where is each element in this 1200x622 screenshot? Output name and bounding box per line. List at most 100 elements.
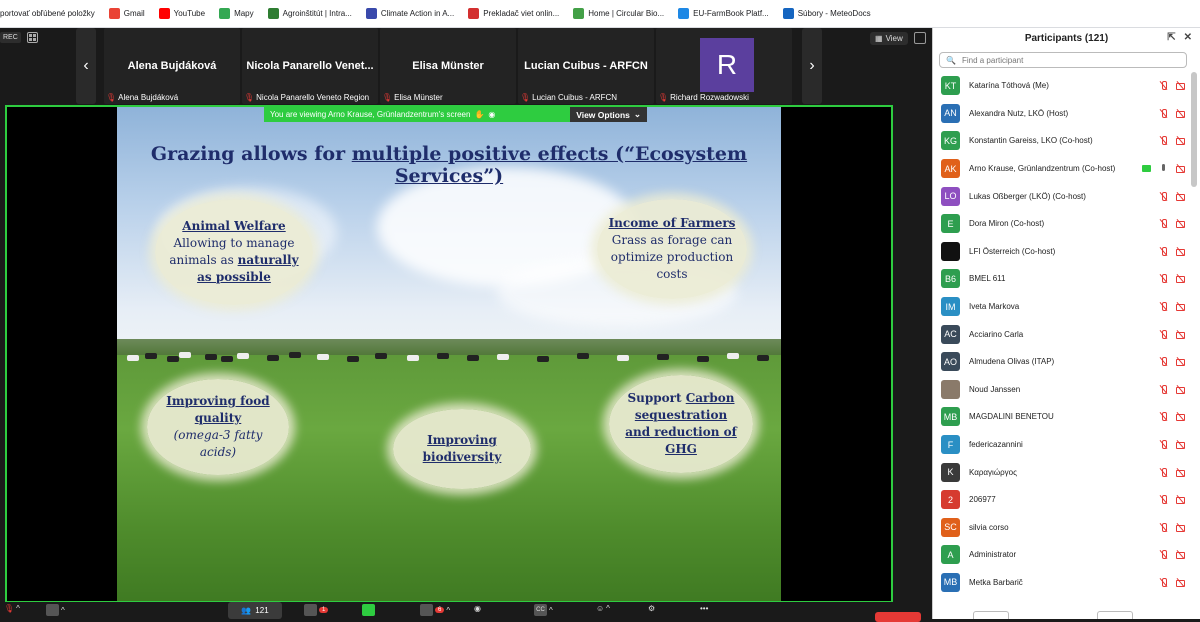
record-button[interactable]: ◉	[474, 604, 481, 613]
settings-button[interactable]: ⚙	[648, 604, 655, 613]
bookmark-item[interactable]: EU-FarmBook Platf...	[678, 8, 769, 19]
bookmark-label: portovať obľúbené položky	[0, 9, 95, 18]
participant-status	[1159, 495, 1185, 505]
view-button[interactable]: ▦ View	[870, 32, 908, 45]
participant-scrollbar[interactable]	[1191, 72, 1197, 187]
pop-out-icon[interactable]: ⇱	[1167, 32, 1175, 43]
mic-off-icon: 🎙	[382, 93, 393, 102]
prev-page-button[interactable]: ‹	[76, 28, 96, 104]
participant-name: Καραγιώργος	[969, 467, 1017, 477]
participant-row[interactable]: KT Katarína Tóthová (Me)	[933, 72, 1189, 100]
biodiversity-heading: Improving	[427, 433, 497, 447]
video-tile[interactable]: R 🎙 Richard Rozwadowski	[656, 28, 792, 104]
mic-off-icon	[1159, 357, 1168, 367]
next-page-button[interactable]: ›	[802, 28, 822, 104]
slide-title-underlined: multiple positive effects (“Ecosystem Se…	[351, 143, 748, 187]
share-screen-button[interactable]	[362, 604, 375, 616]
invite-button[interactable]	[973, 611, 1009, 619]
reactions-button[interactable]: 6 ^	[420, 604, 450, 616]
bookmark-item[interactable]: Prekladač viet onlin...	[468, 8, 559, 19]
participant-row[interactable]: Ffedericazannini	[933, 431, 1189, 459]
fullscreen-icon[interactable]	[914, 32, 926, 44]
participant-row[interactable]: A Administrator	[933, 541, 1189, 569]
tile-caption: 🎙 Richard Rozwadowski	[658, 93, 749, 102]
participant-row[interactable]: AN Alexandra Nutz, LKÖ (Host)	[933, 100, 1189, 128]
gallery-icon[interactable]	[26, 32, 38, 43]
video-tile[interactable]: Lucian Cuibus - ARFCN 🎙 Lucian Cuibus - AR…	[518, 28, 654, 104]
participant-row[interactable]: KG Konstantin Gareiss, LKO (Co-host)	[933, 127, 1189, 155]
participant-row[interactable]: AO Almudena Olivas (ITAP)	[933, 348, 1189, 376]
view-options-label: View Options	[576, 109, 630, 120]
cow-shape	[577, 353, 589, 359]
participant-status	[1159, 191, 1185, 201]
participant-status	[1159, 467, 1185, 477]
chat-button[interactable]: 1	[304, 604, 329, 616]
tile-caption: 🎙 Alena Bujdáková	[106, 93, 178, 102]
bookmark-item[interactable]: YouTube	[158, 8, 206, 19]
tile-caption-text: Lucian Cuibus - ARFCN	[532, 93, 618, 102]
cow-shape	[179, 352, 191, 358]
income-heading: Income of Farmers	[608, 216, 736, 230]
mic-off-icon	[1159, 495, 1168, 505]
view-options-button[interactable]: View Options ⌄	[570, 107, 647, 122]
leave-button[interactable]	[875, 612, 921, 622]
participant-row[interactable]: MB MAGDALINI BENETOU	[933, 403, 1189, 431]
chevron-up-icon: ^	[16, 604, 20, 613]
video-button[interactable]: ^	[46, 604, 65, 616]
participant-search[interactable]: 🔍 Find a participant	[939, 52, 1187, 68]
video-tiles: Alena Bujdáková 🎙 Alena Bujdáková Nicola Pa…	[104, 28, 792, 104]
bookmark-item[interactable]: Agroinštitút | Intra...	[267, 8, 352, 19]
video-off-icon	[1176, 136, 1185, 146]
participant-row[interactable]: AK Arno Krause, Grünlandzentrum (Co-host)	[933, 155, 1189, 183]
video-off-icon	[1176, 164, 1185, 174]
bookmark-item[interactable]: Súbory - MeteoDocs	[782, 8, 871, 19]
participant-row[interactable]: B6 BMEL 611	[933, 265, 1189, 293]
video-tile[interactable]: Alena Bujdáková 🎙 Alena Bujdáková	[104, 28, 240, 104]
more-button[interactable]: •••	[700, 604, 708, 613]
video-tile[interactable]: Elisa Münster 🎙 Elisa Münster	[380, 28, 516, 104]
participant-status	[1159, 219, 1185, 229]
participant-row[interactable]: IM Iveta Markova	[933, 293, 1189, 321]
tile-caption-text: Nicola Panarello Veneto Region	[256, 93, 370, 102]
bookmark-item[interactable]: Gmail	[108, 8, 145, 19]
participant-row[interactable]: LFI Österreich (Co-host)	[933, 238, 1189, 266]
participant-row[interactable]: AC Acciarino Carla	[933, 320, 1189, 348]
participant-row[interactable]: LO Lukas Oßberger (LKÖ) (Co-host)	[933, 182, 1189, 210]
viewing-indicator: You are viewing Arno Krause, Grünlandzen…	[264, 107, 571, 122]
participant-row[interactable]: E Dora Miron (Co-host)	[933, 210, 1189, 238]
participant-row[interactable]: K Καραγιώργος	[933, 458, 1189, 486]
bookmark-item[interactable]: Home | Circular Bio...	[573, 8, 664, 19]
participant-name: Arno Krause, Grünlandzentrum (Co-host)	[969, 164, 1116, 174]
apps-button[interactable]: ☺ ^	[596, 604, 610, 613]
tile-name: Lucian Cuibus - ARFCN	[524, 60, 648, 72]
participant-avatar: AC	[941, 324, 960, 344]
bookmark-item[interactable]: Mapy	[219, 8, 254, 19]
participant-row[interactable]: Noud Janssen	[933, 376, 1189, 404]
bookmark-icon	[219, 8, 231, 19]
participants-button[interactable]: 👥 121	[228, 602, 282, 619]
animal-welfare-line: Allowing to manage	[173, 236, 295, 250]
participant-row[interactable]: 2 206977	[933, 486, 1189, 514]
mute-button[interactable]: 🎙 ^	[4, 604, 20, 613]
captions-button[interactable]: CC ^	[534, 604, 553, 616]
bookmark-item[interactable]: portovať obľúbené položky	[0, 9, 95, 18]
bookmark-label: YouTube	[173, 9, 206, 18]
viewing-text: You are viewing Arno Krause, Grünlandzen…	[270, 110, 471, 119]
bookmark-item[interactable]: Climate Action in A...	[365, 8, 454, 19]
bookmark-icon	[158, 8, 170, 19]
participant-status	[1142, 164, 1185, 174]
cow-shape	[317, 354, 329, 360]
video-tile[interactable]: Nicola Panarello Venet... 🎙 Nicola Panarel…	[242, 28, 378, 104]
mic-off-icon	[1159, 191, 1168, 201]
carbon-line: Support Carbon	[628, 390, 735, 407]
close-icon[interactable]: ✕	[1184, 32, 1192, 43]
cow-shape	[497, 354, 509, 360]
cow-shape	[375, 353, 387, 359]
mic-off-icon	[1159, 550, 1168, 560]
participant-row[interactable]: SC silvia corso	[933, 514, 1189, 542]
video-off-icon	[1176, 440, 1185, 450]
participant-row[interactable]: MB Metka Barbarič	[933, 569, 1189, 597]
more-options-button[interactable]	[1097, 611, 1133, 619]
video-off-icon	[1176, 219, 1185, 229]
cc-label: CC	[536, 607, 545, 613]
